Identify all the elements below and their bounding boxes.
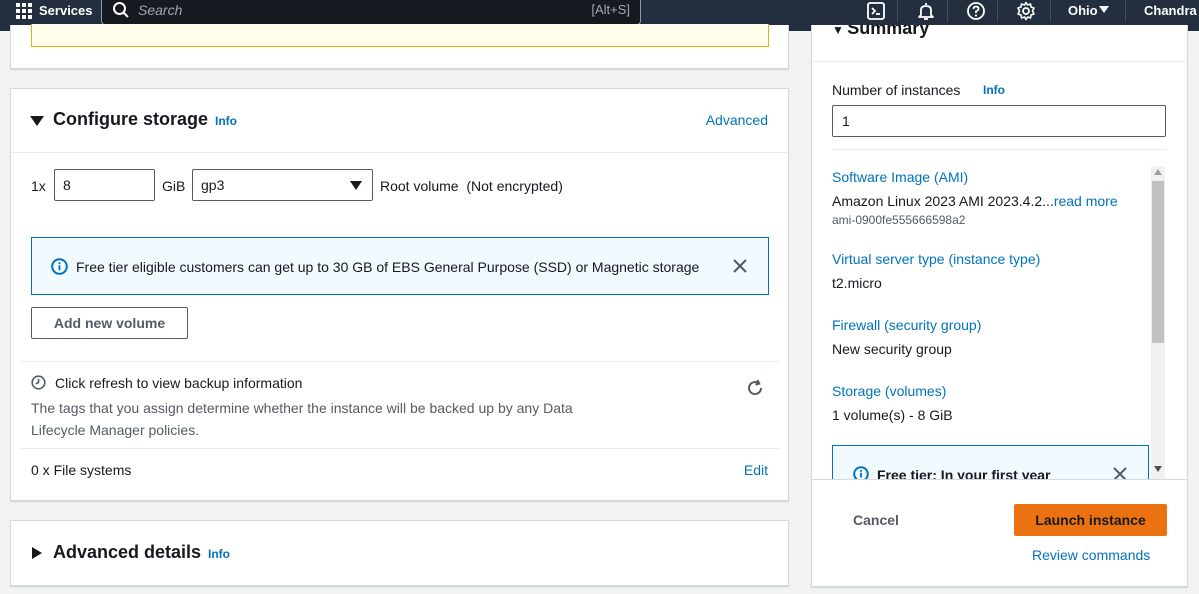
advanced-details-info-link[interactable]: Info bbox=[208, 547, 230, 561]
backup-info-title: Click refresh to view backup information bbox=[55, 375, 303, 391]
configure-storage-title[interactable]: Configure storage bbox=[53, 109, 208, 130]
number-of-instances-label: Number of instances bbox=[832, 82, 961, 98]
search-placeholder: Search bbox=[138, 2, 183, 18]
summary-title[interactable]: ▼ Summary bbox=[832, 25, 929, 39]
notifications-bell-icon[interactable] bbox=[916, 1, 936, 21]
warning-alert bbox=[31, 24, 769, 47]
root-volume-label: Root volume (Not encrypted) bbox=[380, 178, 563, 194]
storage-link[interactable]: Storage (volumes) bbox=[832, 383, 946, 399]
launch-instance-button[interactable]: Launch instance bbox=[1014, 504, 1167, 536]
summary-divider bbox=[832, 149, 1166, 150]
firewall-value: New security group bbox=[832, 341, 952, 357]
summary-panel: ▼ Summary Number of instances Info 1 Sof… bbox=[811, 25, 1188, 587]
section-divider bbox=[21, 448, 779, 449]
info-circle-icon bbox=[853, 466, 869, 479]
scroll-down-arrow-icon[interactable] bbox=[1154, 466, 1162, 472]
chevron-down-icon[interactable] bbox=[1099, 6, 1109, 14]
instance-type-value: t2.micro bbox=[832, 275, 882, 291]
software-image-link[interactable]: Software Image (AMI) bbox=[832, 169, 968, 185]
nav-divider bbox=[1125, 0, 1126, 22]
region-selector[interactable]: Ohio bbox=[1068, 3, 1098, 18]
refresh-icon[interactable] bbox=[746, 379, 764, 397]
summary-footer-divider bbox=[812, 479, 1187, 480]
summary-title-text: Summary bbox=[847, 25, 930, 38]
nav-divider bbox=[947, 0, 948, 22]
file-systems-edit-link[interactable]: Edit bbox=[744, 462, 768, 478]
add-new-volume-button[interactable]: Add new volume bbox=[31, 307, 188, 339]
settings-gear-icon[interactable] bbox=[1016, 1, 1036, 21]
file-systems-label: 0 x File systems bbox=[31, 462, 132, 478]
ami-id: ami-0900fe555666598a2 bbox=[832, 213, 966, 227]
advanced-link[interactable]: Advanced bbox=[706, 112, 768, 128]
nav-divider bbox=[1050, 0, 1051, 22]
firewall-link[interactable]: Firewall (security group) bbox=[832, 317, 981, 333]
chevron-down-icon bbox=[350, 181, 362, 190]
cloudshell-icon[interactable] bbox=[866, 1, 886, 21]
clock-icon bbox=[31, 375, 46, 390]
nav-divider bbox=[997, 0, 998, 22]
help-icon[interactable] bbox=[966, 1, 986, 21]
configure-storage-info-link[interactable]: Info bbox=[215, 114, 237, 128]
volume-type-select[interactable]: gp3 bbox=[192, 169, 373, 201]
previous-section-panel bbox=[10, 24, 789, 69]
review-commands-link[interactable]: Review commands bbox=[1032, 547, 1150, 563]
scrollbar-thumb[interactable] bbox=[1152, 181, 1164, 343]
close-icon[interactable] bbox=[1113, 467, 1127, 479]
backup-info-description: The tags that you assign determine wheth… bbox=[31, 400, 573, 438]
services-grid-icon[interactable] bbox=[15, 2, 33, 20]
close-icon[interactable] bbox=[732, 258, 748, 274]
storage-value: 1 volume(s) - 8 GiB bbox=[832, 407, 953, 423]
instance-type-link[interactable]: Virtual server type (instance type) bbox=[832, 251, 1040, 267]
free-tier-alert-text: Free tier eligible customers can get up … bbox=[76, 259, 700, 275]
info-circle-icon bbox=[51, 258, 68, 275]
summary-scrollbar[interactable] bbox=[1151, 166, 1165, 479]
free-tier-info-alert: Free tier eligible customers can get up … bbox=[31, 237, 769, 295]
cancel-button[interactable]: Cancel bbox=[853, 512, 899, 528]
free-tier-summary-alert: Free tier: In your first year bbox=[832, 445, 1149, 479]
number-of-instances-info-link[interactable]: Info bbox=[983, 83, 1005, 97]
section-divider bbox=[21, 361, 779, 362]
services-menu[interactable]: Services bbox=[39, 3, 93, 18]
read-more-link[interactable]: read more bbox=[1054, 193, 1118, 209]
volume-size-input[interactable]: 8 bbox=[54, 169, 155, 201]
software-image-text: Amazon Linux 2023 AMI 2023.4.2... bbox=[832, 193, 1054, 209]
summary-details-scroll-area[interactable]: Software Image (AMI) Amazon Linux 2023 A… bbox=[832, 166, 1167, 479]
volume-type-value: gp3 bbox=[201, 177, 225, 193]
advanced-details-title[interactable]: Advanced details bbox=[53, 542, 201, 563]
volume-size-unit: GiB bbox=[162, 178, 186, 194]
collapse-caret-icon[interactable] bbox=[30, 116, 44, 126]
search-input[interactable]: Search [Alt+S] bbox=[101, 0, 641, 25]
summary-header-divider bbox=[812, 61, 1187, 62]
advanced-details-panel: Advanced details Info bbox=[10, 520, 789, 586]
search-icon bbox=[112, 1, 130, 19]
free-tier-summary-text: Free tier: In your first year bbox=[877, 467, 1051, 479]
volume-count: 1x bbox=[31, 178, 46, 194]
nav-divider bbox=[897, 0, 898, 22]
collapse-caret-icon: ▼ bbox=[832, 25, 848, 37]
number-of-instances-input[interactable]: 1 bbox=[832, 105, 1166, 137]
scroll-up-arrow-icon[interactable] bbox=[1154, 169, 1162, 175]
configure-storage-panel: Configure storage Info Advanced 1x 8 GiB… bbox=[10, 88, 789, 501]
software-image-value: Amazon Linux 2023 AMI 2023.4.2...read mo… bbox=[832, 193, 1118, 209]
configure-storage-header: Configure storage Info Advanced bbox=[11, 89, 788, 153]
search-shortcut: [Alt+S] bbox=[591, 2, 630, 17]
expand-caret-icon[interactable] bbox=[32, 547, 42, 559]
account-menu[interactable]: Chandra s bbox=[1144, 3, 1199, 18]
